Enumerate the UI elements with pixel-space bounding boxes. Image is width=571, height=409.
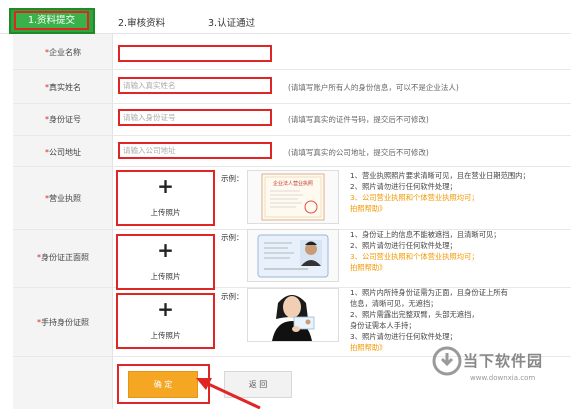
real-name-input[interactable] xyxy=(118,77,272,94)
row-divider xyxy=(13,69,571,70)
photo-help-link[interactable]: 拍照帮助》 xyxy=(350,262,501,273)
company-address-label: *公司地址 xyxy=(45,148,81,157)
id-number-hint: (请填写真实的证件号码，提交后不可修改) xyxy=(288,115,429,124)
photo-help-link[interactable]: 拍照帮助》 xyxy=(350,203,530,214)
upload-photo-label: 上传照片 xyxy=(150,331,181,340)
watermark-brand: 当下软件园 xyxy=(463,352,544,370)
id-handheld-notes: 1、照片内所持身份证需为正面，且身份证上所有 信息，清晰可见，无遮挡； 2、照片… xyxy=(350,288,508,352)
id-front-example-image xyxy=(247,229,339,282)
license-example-title: 企业法人营业执照 xyxy=(273,180,313,187)
example-label: 示例： xyxy=(221,292,244,301)
tab-certified[interactable]: 3.认证通过 xyxy=(208,15,255,29)
id-front-label: *身份证正面照 xyxy=(37,253,89,262)
row-divider xyxy=(13,166,571,167)
company-name-label: *企业名称 xyxy=(45,48,81,57)
row-divider xyxy=(13,135,571,136)
company-address-input[interactable] xyxy=(118,142,272,159)
id-number-label: *身份证号 xyxy=(45,115,81,124)
id-number-input[interactable] xyxy=(118,109,272,126)
id-front-notes: 1、身份证上的信息不能被遮挡，且清晰可见； 2、照片请勿进行任何软件处理； 3、… xyxy=(350,230,501,273)
plus-icon: + xyxy=(157,174,174,198)
id-handheld-label: *手持身份证照 xyxy=(37,318,89,327)
business-license-notes: 1、营业执照照片要求清晰可见，且在营业日期范围内； 2、照片请勿进行任何软件处理… xyxy=(350,171,530,214)
business-license-example-image: 企业法人营业执照 xyxy=(247,170,339,224)
tab-review-info[interactable]: 2.审核资料 xyxy=(118,15,165,29)
upload-photo-label: 上传照片 xyxy=(150,208,181,217)
plus-icon: + xyxy=(157,238,174,262)
watermark-url: www.downxia.com xyxy=(470,374,536,382)
row-divider xyxy=(13,103,571,104)
company-name-input[interactable] xyxy=(118,45,272,62)
example-label: 示例： xyxy=(221,233,244,242)
id-handheld-upload[interactable]: + 上传照片 xyxy=(116,293,215,349)
confirm-button[interactable]: 确 定 xyxy=(128,371,198,398)
plus-icon: + xyxy=(157,297,174,321)
business-license-label: *营业执照 xyxy=(45,194,81,203)
pointer-arrow-icon xyxy=(196,378,261,409)
real-name-hint: (请填写账户所有人的身份信息，可以不是企业法人) xyxy=(288,83,459,92)
real-name-label: *真实姓名 xyxy=(45,83,81,92)
id-front-upload[interactable]: + 上传照片 xyxy=(116,234,215,290)
example-label: 示例： xyxy=(221,174,244,183)
watermark-logo-icon xyxy=(432,346,462,376)
upload-photo-label: 上传照片 xyxy=(150,272,181,281)
company-address-hint: (请填写真实的公司地址，提交后不可修改) xyxy=(288,148,429,157)
id-handheld-example-image xyxy=(247,288,339,342)
tab-submit-info[interactable]: 1.资料提交 xyxy=(14,11,89,30)
business-license-upload[interactable]: + 上传照片 xyxy=(116,170,215,226)
